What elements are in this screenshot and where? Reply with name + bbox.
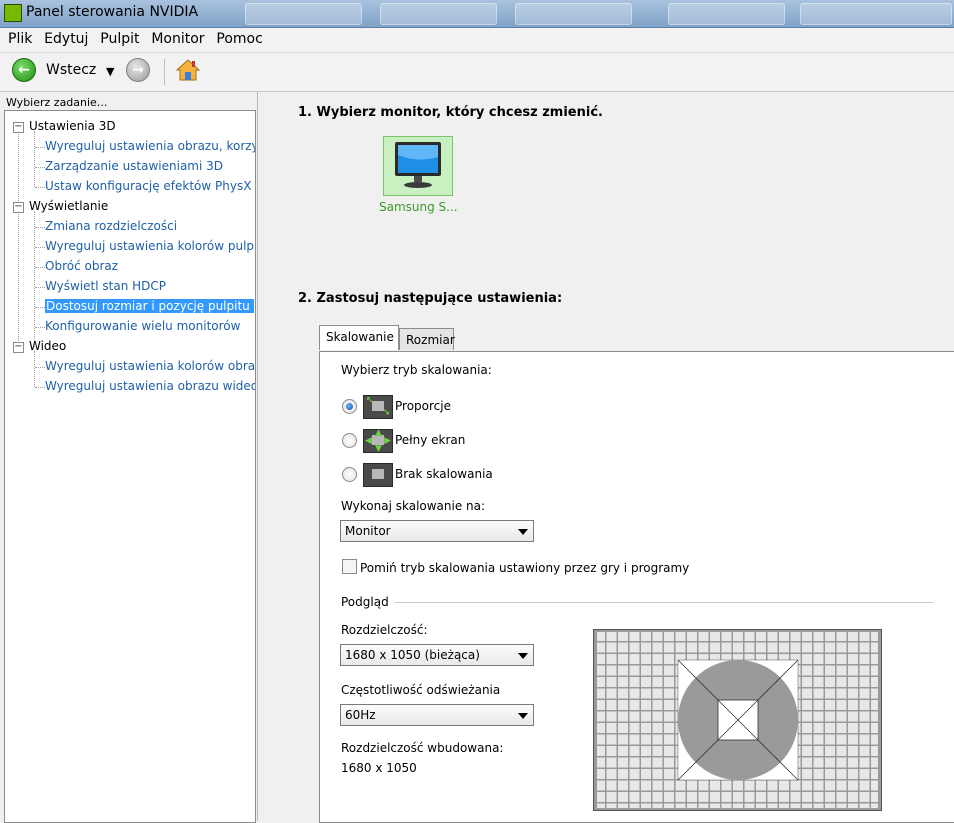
preview-image xyxy=(594,630,881,810)
tree-item[interactable]: Zarządzanie ustawieniami 3D xyxy=(45,159,223,173)
tree-connector xyxy=(35,187,45,188)
monitor-icon xyxy=(395,142,441,188)
menu-pulpit[interactable]: Pulpit xyxy=(92,28,139,47)
home-icon[interactable] xyxy=(176,58,200,82)
tree-group-display[interactable]: Wyświetlanie xyxy=(29,199,108,213)
tree-connector xyxy=(35,307,45,308)
scaling-mode-label: Wybierz tryb skalowania: xyxy=(341,363,492,377)
tree-group-video[interactable]: Wideo xyxy=(29,339,66,353)
tree-item[interactable]: Wyreguluj ustawienia obrazu, korzys xyxy=(45,139,255,153)
task-tree: − Ustawienia 3D Wyreguluj ustawienia obr… xyxy=(4,110,256,823)
perform-scaling-select[interactable]: Monitor xyxy=(340,520,534,542)
override-label[interactable]: Pomiń tryb skalowania ustawiony przez gr… xyxy=(360,561,689,575)
title-bar: Panel sterowania NVIDIA xyxy=(0,0,954,28)
chevron-down-icon xyxy=(518,529,528,535)
tree-connector xyxy=(18,129,19,349)
monitor-label[interactable]: Samsung S... xyxy=(379,200,458,214)
taskbar-ghost xyxy=(515,3,632,25)
step1-heading: 1. Wybierz monitor, który chcesz zmienić… xyxy=(298,105,603,120)
forward-arrow-icon[interactable]: → xyxy=(126,58,150,82)
scaling-tab-panel: Wybierz tryb skalowania: ↖ ↘ Proporcje ▲ ▼… xyxy=(319,351,954,823)
tree-item-selected[interactable]: Dostosuj rozmiar i pozycję pulpitu xyxy=(45,299,254,313)
tree-item[interactable]: Konfigurowanie wielu monitorów xyxy=(45,319,240,333)
refresh-select[interactable]: 60Hz xyxy=(340,704,534,726)
tree-group-3d[interactable]: Ustawienia 3D xyxy=(29,119,116,133)
preview-group-label: Podgląd xyxy=(341,595,389,609)
resolution-label: Rozdzielczość: xyxy=(341,623,428,637)
tree-item[interactable]: Zmiana rozdzielczości xyxy=(45,219,177,233)
fullscreen-icon: ▲ ▼ ◀ ▶ xyxy=(363,428,393,454)
tree-connector xyxy=(35,327,45,328)
toolbar-separator xyxy=(164,59,165,85)
proportions-icon: ↖ ↘ xyxy=(363,395,393,419)
tree-connector xyxy=(35,267,45,268)
task-panel: Wybierz zadanie... − Ustawienia 3D Wyreg… xyxy=(0,92,257,823)
tree-item[interactable]: Ustaw konfigurację efektów PhysX xyxy=(45,179,251,193)
option-no-scaling-label[interactable]: Brak skalowania xyxy=(395,467,493,481)
history-dropdown-icon[interactable]: ▼ xyxy=(106,65,114,78)
perform-scaling-value: Monitor xyxy=(345,524,391,538)
group-divider xyxy=(395,602,933,603)
taskbar-ghost xyxy=(380,3,497,25)
tab-scaling[interactable]: Skalowanie xyxy=(319,325,399,350)
collapse-toggle-icon[interactable]: − xyxy=(13,342,24,353)
resolution-value: 1680 x 1050 (bieżąca) xyxy=(345,648,480,662)
tree-item[interactable]: Wyreguluj ustawienia kolorów pulpit xyxy=(45,239,255,253)
radio-no-scaling[interactable] xyxy=(342,467,357,482)
resolution-select[interactable]: 1680 x 1050 (bieżąca) xyxy=(340,644,534,666)
tree-item[interactable]: Wyreguluj ustawienia obrazu wideo xyxy=(45,379,255,393)
no-scaling-icon xyxy=(363,463,393,487)
tree-connector xyxy=(35,367,45,368)
back-button[interactable]: Wstecz xyxy=(46,62,96,78)
scaling-preview xyxy=(593,629,882,811)
tab-size[interactable]: Rozmiar xyxy=(399,328,455,350)
tree-connector xyxy=(35,387,45,388)
tree-connector xyxy=(35,247,45,248)
menu-pomoc[interactable]: Pomoc xyxy=(208,28,262,47)
tree-connector xyxy=(34,351,35,387)
task-panel-title: Wybierz zadanie... xyxy=(6,96,108,109)
tree-connector xyxy=(35,287,45,288)
menu-edytuj[interactable]: Edytuj xyxy=(36,28,88,47)
nvidia-icon xyxy=(4,4,22,22)
taskbar-ghost xyxy=(668,3,785,25)
tree-item[interactable]: Obróć obraz xyxy=(45,259,118,273)
taskbar-ghost xyxy=(800,3,952,25)
panel-splitter[interactable] xyxy=(257,92,280,821)
toolbar: ← Wstecz ▼ → xyxy=(0,53,954,92)
menu-plik[interactable]: Plik xyxy=(0,28,32,47)
tree-item[interactable]: Wyreguluj ustawienia kolorów obraz xyxy=(45,359,255,373)
tree-connector xyxy=(34,131,35,187)
content-panel: 1. Wybierz monitor, który chcesz zmienić… xyxy=(280,92,954,823)
chevron-down-icon xyxy=(518,713,528,719)
back-arrow-icon[interactable]: ← xyxy=(12,58,36,82)
taskbar-ghost xyxy=(245,3,362,25)
collapse-toggle-icon[interactable]: − xyxy=(13,122,24,133)
native-resolution-value: 1680 x 1050 xyxy=(341,761,417,775)
refresh-label: Częstotliwość odświeżania xyxy=(341,683,501,697)
monitor-tile[interactable] xyxy=(383,136,453,196)
tree-connector xyxy=(35,227,45,228)
window-title: Panel sterowania NVIDIA xyxy=(26,4,199,20)
radio-proportions[interactable] xyxy=(342,399,357,414)
tree-item[interactable]: Wyświetl stan HDCP xyxy=(45,279,166,293)
tree-connector xyxy=(35,167,45,168)
tree-connector xyxy=(35,147,45,148)
menu-bar: Plik Edytuj Pulpit Monitor Pomoc xyxy=(0,28,954,53)
step2-heading: 2. Zastosuj następujące ustawienia: xyxy=(298,291,563,306)
perform-scaling-label: Wykonaj skalowanie na: xyxy=(341,499,486,513)
refresh-value: 60Hz xyxy=(345,708,376,722)
menu-monitor[interactable]: Monitor xyxy=(143,28,204,47)
option-fullscreen-label[interactable]: Pełny ekran xyxy=(395,433,465,447)
radio-fullscreen[interactable] xyxy=(342,433,357,448)
chevron-down-icon xyxy=(518,653,528,659)
override-checkbox[interactable] xyxy=(342,559,357,574)
native-resolution-label: Rozdzielczość wbudowana: xyxy=(341,741,504,755)
collapse-toggle-icon[interactable]: − xyxy=(13,202,24,213)
option-proportions-label[interactable]: Proporcje xyxy=(395,399,451,413)
